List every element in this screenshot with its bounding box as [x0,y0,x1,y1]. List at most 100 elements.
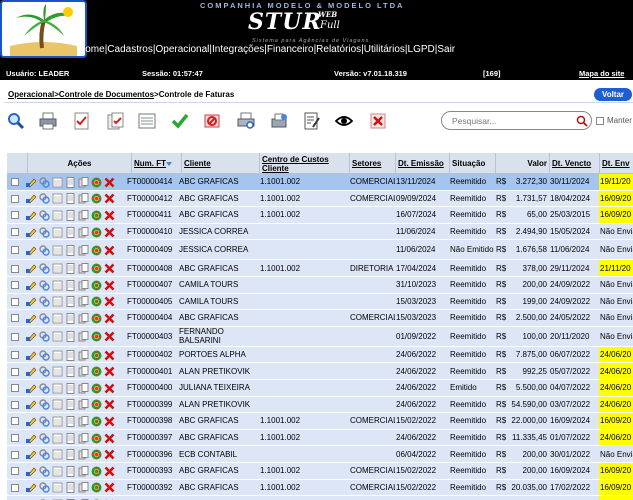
logo[interactable] [0,0,87,58]
delete-icon[interactable] [104,227,115,238]
cancel-document-icon[interactable] [203,112,221,130]
globe-icon[interactable] [91,210,102,221]
edit-document-icon[interactable] [303,112,321,130]
row-checkbox[interactable] [11,351,19,360]
table-row[interactable]: R$ FT00000408 ABC GRAFICAS 1.1001.002 DIRETO… [7,260,633,277]
link-icon[interactable] [39,210,50,221]
delete-icon[interactable] [104,399,115,410]
globe-icon[interactable] [91,350,102,361]
globe-icon[interactable] [91,433,102,444]
form-icon[interactable] [52,177,63,188]
link-icon[interactable] [39,383,50,394]
header-status[interactable]: Situação [449,153,495,174]
form-icon[interactable] [52,366,63,377]
form-icon[interactable] [52,263,63,274]
cell-num[interactable]: FT00000400 [126,380,178,396]
link-icon[interactable] [39,331,50,342]
edit-pencil-icon[interactable] [26,313,37,324]
edit-pencil-icon[interactable] [26,383,37,394]
table-row[interactable]: R$ FT00000396 ECB CONTABIL 06/04/2022 Reemit… [7,446,633,463]
edit-pencil-icon[interactable] [26,245,37,256]
delete-icon[interactable] [104,383,115,394]
delete-document-icon[interactable] [369,112,387,130]
form-icon[interactable] [52,331,63,342]
link-icon[interactable] [39,416,50,427]
row-checkbox[interactable] [11,434,19,443]
copy-document-icon[interactable] [78,296,89,307]
table-row[interactable]: R$ FT00000409 JESSICA CORREA 11/06/2024 Não … [7,240,633,261]
link-icon[interactable] [39,349,50,361]
form-icon[interactable] [52,416,63,427]
copy-document-icon[interactable] [78,263,89,274]
row-checkbox[interactable] [11,281,19,290]
globe-icon[interactable] [91,466,102,477]
menu-cadastros[interactable]: |Cadastros [105,44,153,55]
breadcrumb-controle-documentos[interactable]: >Controle de Documentos [54,90,154,99]
delete-icon[interactable] [104,296,115,307]
row-checkbox[interactable] [11,417,19,426]
cell-num[interactable]: FT00000393 [126,463,178,479]
cell-num[interactable]: FT00000410 [126,224,178,240]
green-check-icon[interactable] [171,112,189,130]
globe-icon[interactable] [91,245,102,256]
document-icon[interactable] [65,449,76,461]
delete-icon[interactable] [104,366,115,377]
edit-pencil-icon[interactable] [26,350,37,361]
back-button[interactable]: Voltar [594,88,632,101]
edit-pencil-icon[interactable] [26,466,37,477]
cell-num[interactable]: FT00000411 [126,207,178,223]
menu-financeiro[interactable]: |Financeiro [264,44,313,55]
form-icon[interactable] [52,433,63,444]
document-icon[interactable] [65,279,76,291]
row-checkbox[interactable] [11,483,19,492]
row-checkbox[interactable] [11,194,19,203]
menu-sair[interactable]: |Sair [435,44,455,55]
table-row[interactable]: R$ FT00000397 ABC GRAFICAS 1.1001.002 24/06/… [7,429,633,447]
link-icon[interactable] [39,177,50,188]
document-icon[interactable] [65,366,76,378]
link-icon[interactable] [39,449,50,460]
document-icon[interactable] [65,312,76,324]
globe-icon[interactable] [91,193,102,204]
document-icon[interactable] [65,399,76,411]
document-icon[interactable] [65,382,76,394]
cell-num[interactable]: FT00000399 [126,397,178,413]
header-value[interactable]: Valor [495,153,549,174]
copy-document-icon[interactable] [78,193,89,204]
cell-num[interactable]: FT00000408 [126,260,178,276]
document-icon[interactable] [65,296,76,308]
table-row[interactable]: R$ FT00000411 ABC GRAFICAS 1.1001.002 16/07/… [7,207,633,224]
cell-num[interactable]: FT00000403 [126,327,178,346]
globe-icon[interactable] [91,280,102,291]
edit-pencil-icon[interactable] [26,296,37,307]
globe-icon[interactable] [91,482,102,493]
copy-document-icon[interactable] [78,349,89,361]
table-row[interactable]: R$ FT00000414 ABC GRAFICAS 1.1001.002 COMERC… [7,174,633,191]
row-checkbox[interactable] [11,211,19,220]
document-icon[interactable] [65,209,76,221]
document-icon[interactable] [65,482,76,494]
table-row[interactable]: R$ FT00000393 ABC GRAFICAS 1.1001.002 COMERC… [7,463,633,480]
globe-icon[interactable] [91,399,102,410]
print-preview-icon[interactable] [237,112,255,130]
form-icon[interactable] [52,193,63,204]
form-icon[interactable] [52,245,63,256]
globe-icon[interactable] [91,383,102,394]
edit-pencil-icon[interactable] [26,193,37,204]
sitemap-link[interactable]: Mapa do site [579,69,624,78]
link-icon[interactable] [39,313,50,324]
globe-icon[interactable] [91,263,102,274]
delete-icon[interactable] [104,466,115,477]
edit-pencil-icon[interactable] [26,227,37,238]
form-icon[interactable] [52,313,63,324]
form-icon[interactable] [52,296,63,307]
form-icon[interactable] [52,466,63,477]
globe-icon[interactable] [91,331,102,342]
edit-pencil-icon[interactable] [26,399,37,410]
link-icon[interactable] [39,466,50,477]
document-icon[interactable] [65,263,76,275]
globe-icon[interactable] [91,416,102,427]
document-icon[interactable] [65,415,76,427]
table-row[interactable]: R$ FT00000399 ALAN PRETIKOVIK 24/06/2022 Ree… [7,396,633,414]
send-printer-icon[interactable] [270,112,288,130]
